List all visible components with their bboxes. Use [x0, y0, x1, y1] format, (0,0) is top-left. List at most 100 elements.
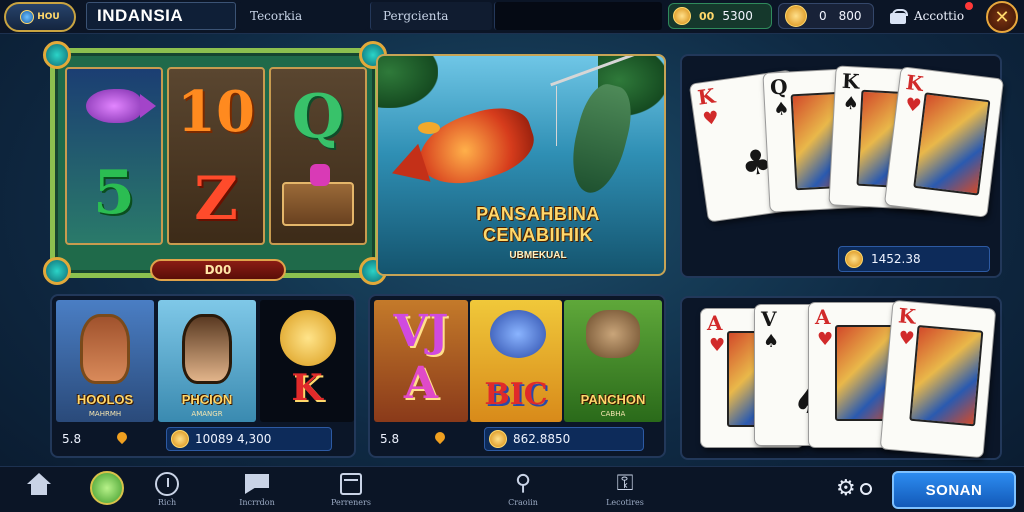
card-suit: ♥ [817, 329, 834, 350]
card-face-art [913, 92, 991, 196]
card-rank: K [897, 303, 917, 329]
tab-3[interactable] [494, 2, 662, 30]
nav-history[interactable]: Rich [132, 471, 202, 511]
nav-label: Perreners [331, 498, 371, 507]
account-button[interactable]: Accottio [888, 4, 964, 28]
banner-title-line-1: PANSAHBINA [476, 204, 600, 224]
tab-2[interactable]: Pergcienta [370, 2, 492, 30]
nav-craoiin[interactable]: ⚲ Craoiin [488, 471, 558, 511]
game-thumb-k[interactable]: K [260, 300, 354, 422]
reel-symbol: 5 [93, 158, 135, 228]
home-icon [27, 473, 51, 495]
coin-balance-2-value: 800 [838, 9, 862, 23]
game-group-2-balance-value: 862.8850 [513, 432, 571, 446]
card-rank: K [696, 83, 717, 110]
coin-icon [489, 430, 507, 448]
fishing-line [556, 86, 557, 146]
banner-title-line-2: CENABIIHIK [482, 224, 593, 245]
game-group-2: VJ A BIC PANCHON CABHA 5.8 862.8850 [368, 294, 666, 458]
close-button[interactable]: ✕ [986, 1, 1018, 33]
nav-label: Craoiin [508, 498, 538, 507]
game-thumb-subtitle: MAHRMH [88, 410, 122, 418]
card-rank: V [761, 307, 777, 331]
location-pin-icon [116, 432, 128, 446]
coin-balance-1[interactable]: 00 5300 [668, 3, 772, 29]
small-fish [418, 122, 440, 134]
nav-lecotires[interactable]: ⚿ Lecotires [590, 471, 660, 511]
game-thumb-hoolos[interactable]: HOOLOS MAHRMH [56, 300, 154, 422]
submit-button[interactable]: SONAN [892, 471, 1016, 509]
fishing-game-banner[interactable]: PANSAHBINA CENABIIHIK UBMEKUAL [376, 54, 666, 276]
card-suit: ♥ [709, 335, 726, 356]
app-logo[interactable]: HOU [4, 2, 76, 32]
game-group-2-stat: 5.8 [380, 432, 400, 446]
game-thumb-phcion[interactable]: PHCION AMANGR [158, 300, 256, 422]
lock-icon: ⚿ [616, 471, 634, 496]
game-thumb-title: A [403, 358, 439, 409]
card-rank: A [707, 311, 723, 335]
character-portrait [80, 314, 130, 384]
game-group-2-footer: 5.8 862.8850 [374, 426, 644, 452]
treasure-art [586, 310, 640, 358]
game-group-1-balance: 10089 4,300 [166, 427, 332, 451]
reel-symbol: Q [291, 81, 345, 152]
game-thumb-a[interactable]: VJ A [374, 300, 468, 422]
nav-icon [245, 471, 269, 497]
card-game-panel-2[interactable]: A ♥ V ♠ ♠ A ♥ K ♥ [680, 296, 1002, 460]
card-suit: ♠ [763, 331, 780, 352]
gear-icon: ⚙ [836, 476, 856, 501]
nav-label: Rich [157, 498, 177, 507]
game-thumb-title: K [291, 367, 323, 409]
nav-icon [155, 471, 179, 497]
logo-ball-icon [20, 10, 35, 24]
location-pin-icon [434, 432, 446, 446]
nav-incrrdon[interactable]: Incrrdon [222, 471, 292, 511]
game-group-1-stat: 5.8 [62, 432, 82, 446]
game-thumb-title: PHCION [181, 392, 233, 407]
nav-icon [340, 471, 362, 497]
nav-label: Lecotires [606, 498, 644, 507]
big-fish [410, 97, 542, 197]
playing-card: K ♥ [883, 66, 1005, 218]
game-group-1-footer: 5.8 10089 4,300 [56, 426, 332, 452]
hooked-fish [563, 79, 639, 199]
coin-icon [171, 430, 189, 448]
slot-reel-3: Q [269, 67, 367, 245]
card-face-art [909, 325, 984, 427]
slot-reel-1: 5 [65, 67, 163, 245]
game-group-1-balance-value: 10089 4,300 [195, 432, 272, 446]
tab-1[interactable]: Tecorkia [238, 2, 368, 30]
coin-icon [673, 7, 691, 25]
settings-button[interactable]: ⚙ [836, 476, 872, 501]
golden-creature-art [280, 310, 336, 366]
card-panel-balance: 1452.38 [838, 246, 990, 272]
flag-icon [245, 474, 269, 494]
nav-home[interactable] [4, 471, 74, 511]
game-group-1: HOOLOS MAHRMH PHCION AMANGR K 5.8 10089 … [50, 294, 356, 458]
coin-balance-2[interactable]: 0 800 [778, 3, 874, 29]
card-suit: ♥ [701, 107, 721, 131]
frame-corner-gem [43, 257, 71, 285]
game-thumb-title: PANCHON [580, 392, 646, 407]
top-bar: HOU INDANSIA Tecorkia Pergcienta 00 5300… [0, 0, 1024, 34]
nav-perreners[interactable]: Perreners [316, 471, 386, 511]
game-thumb-bic[interactable]: BIC [470, 300, 562, 422]
treasure-chest-symbol [282, 163, 354, 226]
frame-corner-gem [43, 41, 71, 69]
card-rank: K [904, 70, 925, 96]
nav-icon [27, 471, 51, 497]
nav-label: Incrrdon [239, 498, 275, 507]
game-thumb-panchon[interactable]: PANCHON CABHA [564, 300, 662, 422]
reel-symbol: Z [194, 163, 238, 234]
brand-title[interactable]: INDANSIA [86, 2, 236, 30]
card-suit: ♠ [842, 92, 860, 115]
account-label: Accottio [914, 9, 965, 23]
palm-leaves [378, 56, 438, 108]
banner-subtitle: UBMEKUAL [509, 250, 567, 261]
card-panel-balance-value: 1452.38 [871, 252, 921, 266]
featured-slot-machine[interactable]: 5 10 Z Q D00 [43, 41, 387, 285]
game-thumb-title: HOOLOS [76, 392, 134, 407]
coin-balance-1-value: 5300 [722, 9, 753, 23]
card-game-panel-1[interactable]: K ♥ ♣ Q ♠ K ♠ K ♥ 1452.38 [680, 54, 1005, 278]
spin-button[interactable]: D00 [150, 259, 286, 281]
